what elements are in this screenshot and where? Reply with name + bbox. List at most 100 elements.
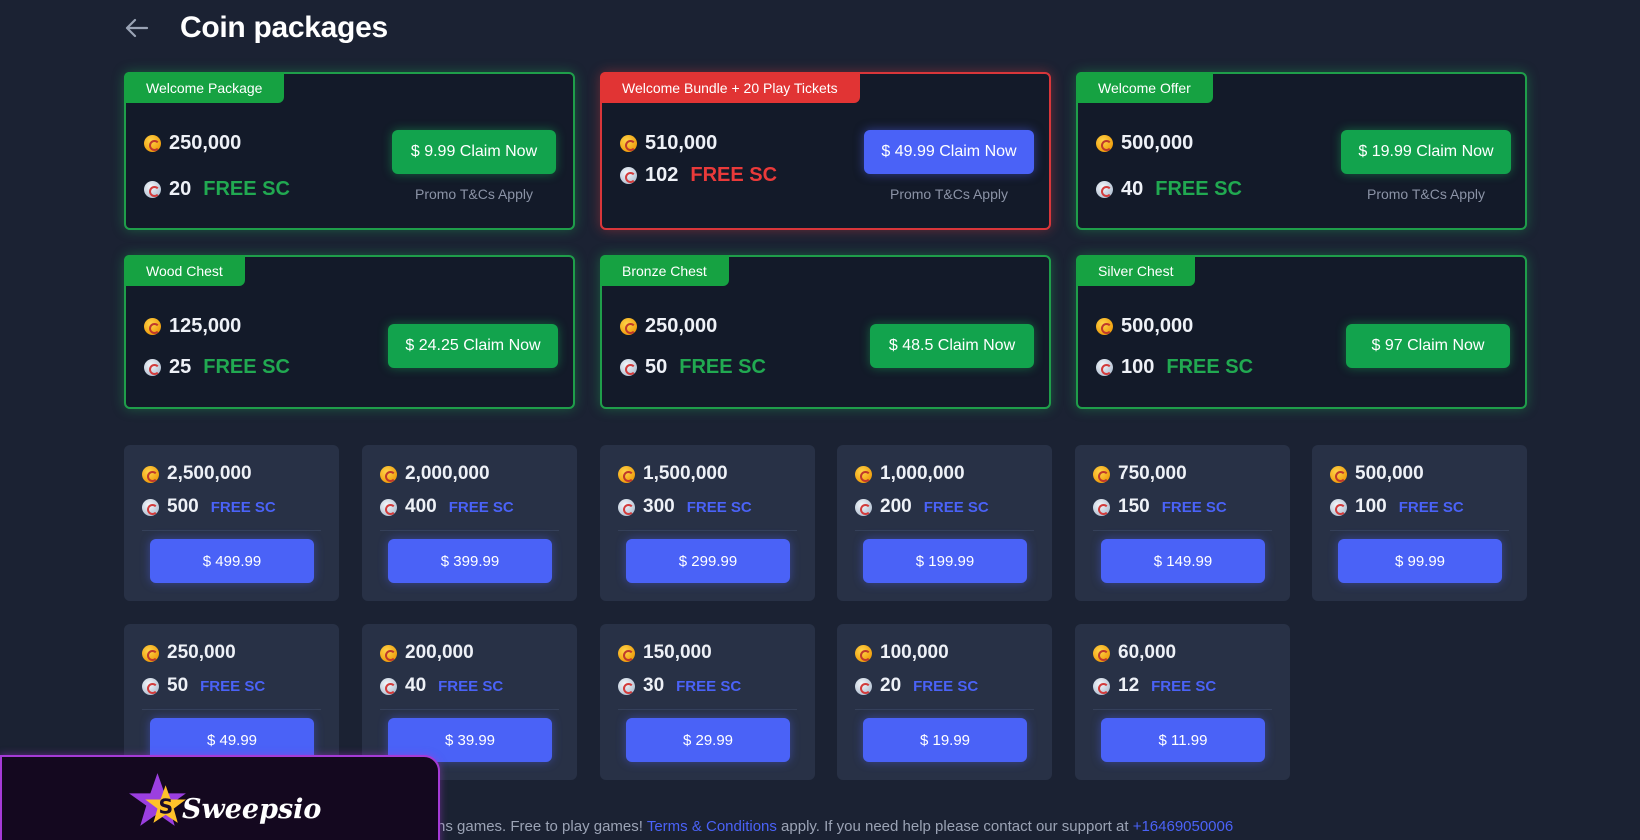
gold-coin-icon <box>380 465 397 483</box>
sc-row: 100 FREE SC <box>1096 356 1253 379</box>
claim-now-button[interactable]: $ 9.99 Claim Now <box>392 130 556 174</box>
buy-package-button[interactable]: $ 199.99 <box>863 539 1027 583</box>
coin-amount: 150,000 <box>643 642 712 663</box>
sc-amount: 100 <box>1355 496 1387 517</box>
coins-row: 200,000 <box>380 642 474 664</box>
coin-amount: 60,000 <box>1118 642 1177 663</box>
gold-coin-icon <box>1093 465 1110 483</box>
brand-name: Sweepsio <box>182 794 322 825</box>
sc-row: 300 FREE SC <box>618 496 752 518</box>
buy-package-button[interactable]: $ 399.99 <box>388 539 552 583</box>
claim-now-button[interactable]: $ 97 Claim Now <box>1346 324 1510 368</box>
package-tag: Welcome Offer <box>1076 72 1213 103</box>
coin-package-card: 150,000 30 FREE SC $ 29.99 <box>600 624 815 780</box>
coin-amount: 250,000 <box>167 642 236 663</box>
sc-row: 102 FREE SC <box>620 164 777 187</box>
gold-coin-icon <box>1330 465 1347 483</box>
gold-coin-icon <box>142 465 159 483</box>
card-divider <box>142 530 321 531</box>
back-button[interactable] <box>125 8 165 48</box>
free-sc-label: FREE SC <box>210 498 276 516</box>
promo-terms-text: Promo T&Cs Apply <box>1366 186 1485 202</box>
terms-link[interactable]: Terms & Conditions <box>647 818 777 835</box>
sc-amount: 30 <box>643 675 665 696</box>
sc-row: 12 FREE SC <box>1093 675 1216 697</box>
featured-card-wood-chest: Wood Chest 125,000 25 FREE SC $ 24.25 Cl… <box>124 255 575 409</box>
sc-row: 200 FREE SC <box>855 496 989 518</box>
coins-row: 60,000 <box>1093 642 1176 664</box>
buy-package-button[interactable]: $ 299.99 <box>626 539 790 583</box>
promo-terms-text: Promo T&Cs Apply <box>889 186 1008 202</box>
gold-coin-icon <box>144 135 161 152</box>
coin-package-card: 2,500,000 500 FREE SC $ 499.99 <box>124 445 339 601</box>
free-sc-label: FREE SC <box>913 677 979 695</box>
buy-package-button[interactable]: $ 99.99 <box>1338 539 1502 583</box>
coins-row: 2,000,000 <box>380 463 490 485</box>
coin-package-card: 500,000 100 FREE SC $ 99.99 <box>1312 445 1527 601</box>
card-divider <box>380 530 559 531</box>
sc-amount: 50 <box>167 675 189 696</box>
silver-coin-icon <box>1093 677 1110 695</box>
coins-row: 150,000 <box>618 642 712 664</box>
card-divider <box>618 530 797 531</box>
free-sc-label: FREE SC <box>690 164 778 186</box>
buy-package-button[interactable]: $ 149.99 <box>1101 539 1265 583</box>
coin-amount: 1,000,000 <box>880 463 965 484</box>
sc-row: 150 FREE SC <box>1093 496 1227 518</box>
coin-amount: 125,000 <box>169 315 242 337</box>
coins-row: 2,500,000 <box>142 463 252 485</box>
free-sc-label: FREE SC <box>1151 677 1217 695</box>
claim-now-button[interactable]: $ 19.99 Claim Now <box>1341 130 1511 174</box>
coins-row: 250,000 <box>144 132 241 155</box>
card-divider <box>618 709 797 710</box>
featured-card-welcome-bundle: Welcome Bundle + 20 Play Tickets 510,000… <box>600 72 1051 230</box>
sc-amount: 40 <box>405 675 427 696</box>
coin-package-card: 100,000 20 FREE SC $ 19.99 <box>837 624 1052 780</box>
footer-text-mid: apply. If you need help please contact o… <box>776 818 1133 835</box>
sc-row: 500 FREE SC <box>142 496 276 518</box>
gold-coin-icon <box>620 318 637 335</box>
silver-coin-icon <box>380 677 397 695</box>
gold-coin-icon <box>618 465 635 483</box>
package-tag: Welcome Package <box>124 72 285 103</box>
sc-row: 40 FREE SC <box>1096 178 1242 201</box>
coin-amount: 750,000 <box>1118 463 1187 484</box>
free-sc-label: FREE SC <box>448 498 514 516</box>
package-tag: Silver Chest <box>1076 255 1196 286</box>
claim-now-button[interactable]: $ 49.99 Claim Now <box>864 130 1034 174</box>
claim-now-button[interactable]: $ 24.25 Claim Now <box>388 324 558 368</box>
free-sc-label: FREE SC <box>203 356 290 378</box>
card-divider <box>1330 530 1509 531</box>
buy-package-button[interactable]: $ 499.99 <box>150 539 314 583</box>
free-sc-label: FREE SC <box>1155 178 1242 200</box>
silver-coin-icon <box>142 677 159 695</box>
gold-coin-icon <box>618 644 635 662</box>
svg-text:S: S <box>158 795 173 819</box>
gold-coin-icon <box>1093 644 1110 662</box>
card-divider <box>1093 709 1272 710</box>
sc-amount: 150 <box>1118 496 1150 517</box>
buy-package-button[interactable]: $ 29.99 <box>626 718 790 762</box>
support-phone-link[interactable]: +16469050006 <box>1133 818 1234 835</box>
gold-coin-icon <box>855 465 872 483</box>
footer-disclaimer: ns games. Free to play games! Terms & Co… <box>437 818 1233 835</box>
coin-amount: 200,000 <box>405 642 474 663</box>
coins-row: 1,000,000 <box>855 463 965 485</box>
page-header: Coin packages <box>125 8 388 48</box>
coins-row: 750,000 <box>1093 463 1187 485</box>
package-tag: Wood Chest <box>124 255 245 286</box>
buy-package-button[interactable]: $ 19.99 <box>863 718 1027 762</box>
claim-now-button[interactable]: $ 48.5 Claim Now <box>870 324 1034 368</box>
coin-amount: 2,500,000 <box>167 463 252 484</box>
sc-amount: 400 <box>405 496 437 517</box>
sc-row: 50 FREE SC <box>142 675 265 697</box>
buy-package-button[interactable]: $ 11.99 <box>1101 718 1265 762</box>
silver-coin-icon <box>380 498 397 516</box>
card-divider <box>855 530 1034 531</box>
sc-row: 50 FREE SC <box>620 356 766 379</box>
silver-coin-icon <box>1330 498 1347 516</box>
coins-row: 500,000 <box>1096 132 1193 155</box>
free-sc-label: FREE SC <box>200 677 266 695</box>
coin-amount: 500,000 <box>1355 463 1424 484</box>
coin-amount: 1,500,000 <box>643 463 728 484</box>
